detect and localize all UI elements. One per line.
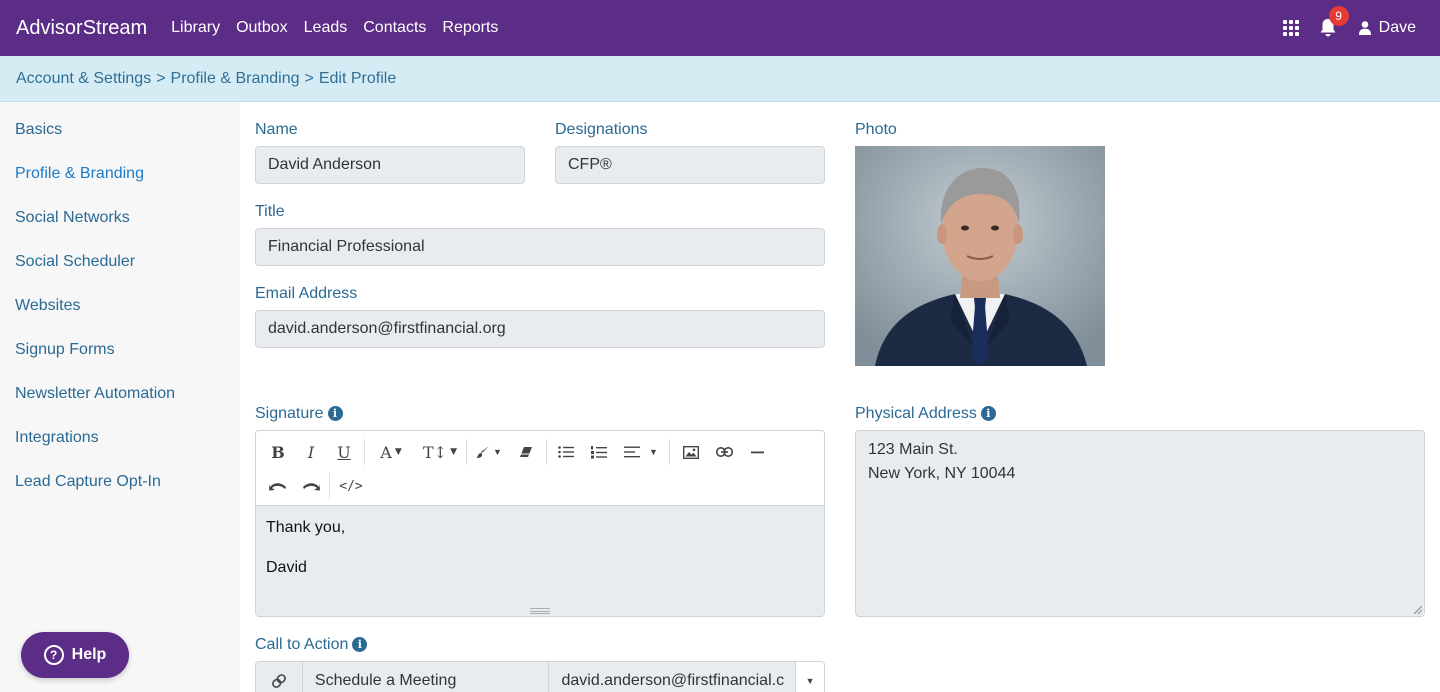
eraser-icon[interactable]	[516, 440, 536, 464]
photo-label: Photo	[855, 121, 897, 138]
name-label: Name	[255, 121, 298, 138]
nav-leads[interactable]: Leads	[304, 19, 348, 37]
brand-logo[interactable]: AdvisorStream	[16, 17, 147, 40]
title-field[interactable]: Financial Professional	[255, 228, 825, 266]
bullet-list-icon[interactable]	[556, 440, 576, 464]
breadcrumb-account-settings[interactable]: Account & Settings	[16, 70, 151, 88]
designations-field[interactable]: CFP®	[555, 146, 825, 184]
numbered-list-icon[interactable]	[589, 440, 609, 464]
signature-line: Thank you,	[266, 519, 346, 536]
user-name: Dave	[1378, 19, 1416, 36]
cta-label: Call to Action i	[255, 636, 368, 654]
signature-label: Signature i	[255, 405, 343, 423]
sidebar-item-social-networks[interactable]: Social Networks	[15, 209, 130, 227]
code-view-icon[interactable]: </>	[338, 474, 364, 498]
physical-address-field[interactable]: 123 Main St. New York, NY 10044	[855, 430, 1425, 617]
call-to-action-row: Schedule a Meeting david.anderson@firstf…	[255, 661, 825, 692]
address-label: Physical Address i	[855, 405, 996, 423]
font-size-icon[interactable]: T↕ ▼	[421, 440, 459, 464]
email-field[interactable]: david.anderson@firstfinancial.org	[255, 310, 825, 348]
address-label-text: Physical Address	[855, 405, 977, 422]
question-icon: ?	[43, 645, 64, 665]
user-icon	[1358, 21, 1371, 35]
breadcrumb-separator: >	[156, 69, 166, 87]
brush-icon[interactable]: ▼	[474, 440, 504, 464]
cta-type-select[interactable]: Schedule a Meeting	[303, 662, 550, 692]
underline-icon[interactable]: U	[334, 440, 354, 464]
help-button[interactable]: ? Help	[21, 632, 129, 678]
bold-icon[interactable]: B	[268, 440, 288, 464]
profile-photo[interactable]	[855, 146, 1105, 366]
horizontal-rule-icon[interactable]	[747, 440, 767, 464]
notification-count-badge: 9	[1328, 6, 1349, 26]
sidebar-item-websites[interactable]: Websites	[15, 297, 81, 315]
signature-label-text: Signature	[255, 405, 324, 422]
redo-icon[interactable]	[301, 474, 321, 498]
help-label: Help	[71, 646, 107, 663]
sidebar-item-integrations[interactable]: Integrations	[15, 429, 99, 447]
title-label: Title	[255, 203, 285, 220]
italic-icon[interactable]: I	[301, 440, 321, 464]
image-icon[interactable]	[681, 440, 701, 464]
designations-label: Designations	[555, 121, 648, 138]
nav-contacts[interactable]: Contacts	[363, 19, 426, 37]
align-icon[interactable]: ▼	[621, 440, 661, 464]
resize-handle-icon[interactable]	[1414, 606, 1422, 614]
address-line: 123 Main St.	[868, 441, 958, 458]
signature-editor: B I U A ▼ T↕ ▼ ▼ ▼ </> Thank you, David	[255, 430, 825, 617]
breadcrumb-separator: >	[304, 69, 314, 87]
nav-outbox[interactable]: Outbox	[236, 19, 288, 37]
email-label: Email Address	[255, 285, 358, 302]
name-field[interactable]: David Anderson	[255, 146, 525, 184]
notifications-button[interactable]: 9	[1319, 6, 1349, 38]
chevron-down-icon: ▼	[805, 676, 815, 686]
sidebar-item-profile-branding[interactable]: Profile & Branding	[15, 165, 144, 183]
font-color-icon[interactable]: A ▼	[374, 440, 408, 464]
sidebar-item-signup-forms[interactable]: Signup Forms	[15, 341, 115, 359]
editor-toolbar: B I U A ▼ T↕ ▼ ▼ ▼ </>	[256, 431, 824, 506]
profile-photo-image	[855, 146, 1105, 366]
sidebar-item-basics[interactable]: Basics	[15, 121, 62, 139]
topbar-right: 9 Dave	[1282, 0, 1416, 56]
signature-line: David	[266, 559, 307, 576]
cta-label-text: Call to Action	[255, 636, 349, 653]
cta-link-icon	[256, 662, 303, 692]
resize-grip[interactable]	[530, 608, 550, 614]
info-icon[interactable]: i	[980, 406, 996, 421]
info-icon[interactable]: i	[352, 637, 368, 652]
info-icon[interactable]: i	[327, 406, 343, 421]
undo-icon[interactable]	[268, 474, 288, 498]
user-menu[interactable]: Dave	[1358, 19, 1416, 37]
apps-grid-icon[interactable]	[1282, 20, 1299, 36]
signature-content[interactable]: Thank you, David	[256, 506, 824, 616]
sidebar-item-newsletter-automation[interactable]: Newsletter Automation	[15, 385, 175, 403]
cta-dropdown-button[interactable]: ▼	[796, 662, 824, 692]
sidebar-item-lead-capture-opt-in[interactable]: Lead Capture Opt-In	[15, 473, 161, 491]
nav-reports[interactable]: Reports	[442, 19, 498, 37]
nav-library[interactable]: Library	[171, 19, 220, 37]
breadcrumb: Account & Settings > Profile & Branding …	[0, 56, 1440, 102]
cta-value-field[interactable]: david.anderson@firstfinancial.c	[549, 662, 797, 692]
top-navbar: AdvisorStream Library Outbox Leads Conta…	[0, 0, 1440, 56]
sidebar-item-social-scheduler[interactable]: Social Scheduler	[15, 253, 135, 271]
breadcrumb-edit-profile: Edit Profile	[318, 69, 397, 87]
address-line: New York, NY 10044	[868, 465, 1016, 482]
settings-sidebar: Basics Profile & Branding Social Network…	[0, 102, 240, 692]
link-icon[interactable]	[714, 440, 734, 464]
breadcrumb-profile-branding[interactable]: Profile & Branding	[171, 70, 300, 88]
